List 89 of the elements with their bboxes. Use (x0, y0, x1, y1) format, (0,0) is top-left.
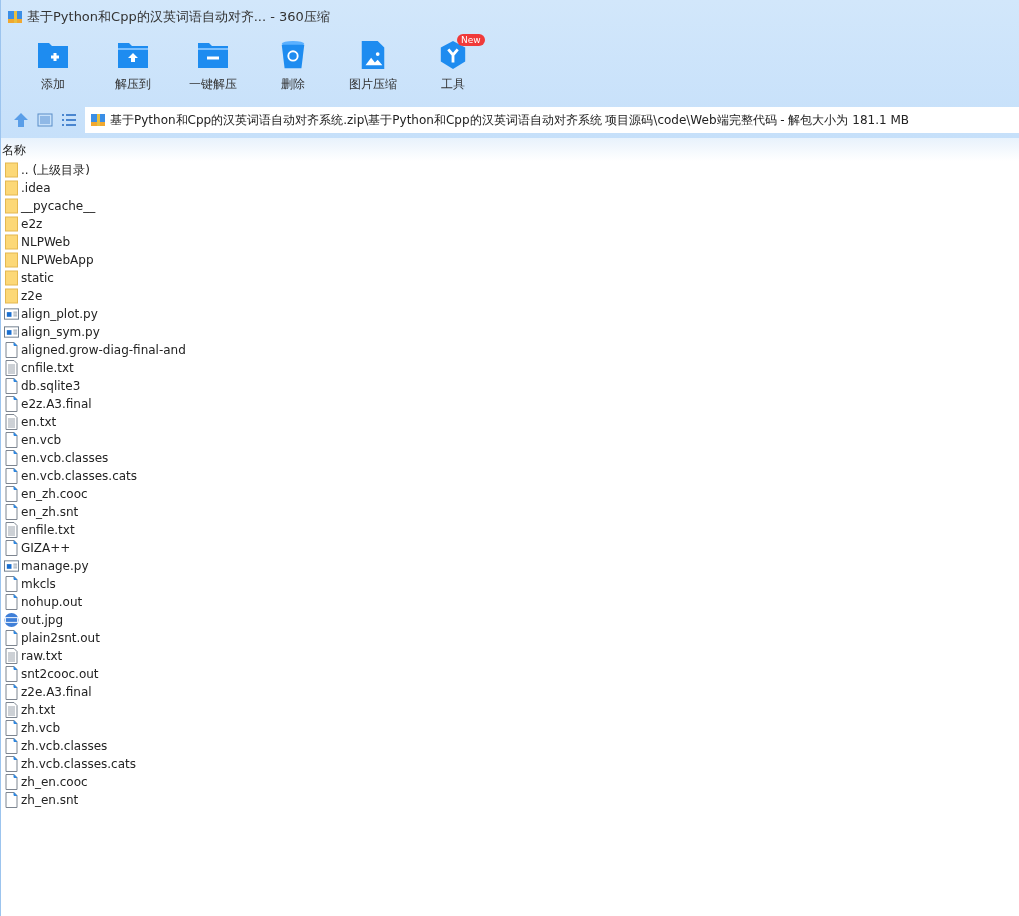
file-icon (4, 432, 19, 448)
file-icon (4, 792, 19, 808)
file-name[interactable]: align_sym.py (21, 325, 100, 339)
file-name[interactable]: e2z (21, 217, 43, 231)
window-title: 基于Python和Cpp的汉英词语自动对齐... - 360压缩 (27, 8, 330, 26)
file-icon (4, 468, 19, 484)
file-icon (4, 576, 19, 592)
list-view-icon[interactable] (61, 113, 77, 127)
file-name[interactable]: raw.txt (21, 649, 63, 663)
folder-minus-icon (197, 40, 229, 70)
file-name[interactable]: zh_en.cooc (21, 775, 88, 789)
file-name[interactable]: aligned.grow-diag-final-and (21, 343, 186, 357)
text-file-icon (4, 702, 19, 718)
file-icon (4, 504, 19, 520)
file-name[interactable]: en_zh.cooc (21, 487, 88, 501)
file-name[interactable]: z2e (21, 289, 43, 303)
file-name[interactable]: GIZA++ (21, 541, 71, 555)
up-arrow-icon[interactable] (13, 113, 29, 127)
file-icon (4, 486, 19, 502)
folder-icon (4, 252, 19, 268)
text-file-icon (4, 360, 19, 376)
file-icon (4, 540, 19, 556)
file-name[interactable]: manage.py (21, 559, 89, 573)
folder-icon (4, 198, 19, 214)
window-file-icon (4, 324, 19, 340)
file-icon (4, 342, 19, 358)
text-file-icon (4, 648, 19, 664)
address-field[interactable]: 基于Python和Cpp的汉英词语自动对齐系统.zip\基于Python和Cpp的汉英词语自动对齐系统 项目源码\code\Web端完整代码 - 解包大小为 181.1 MB (85, 107, 1019, 133)
text-file-icon (4, 522, 19, 538)
file-icon (4, 594, 19, 610)
file-icon (4, 684, 19, 700)
file-icon (4, 738, 19, 754)
toolbar-button[interactable]: 一键解压 (173, 40, 253, 93)
file-name[interactable]: z2e.A3.final (21, 685, 92, 699)
file-icon (4, 396, 19, 412)
window-file-icon (4, 558, 19, 574)
file-name[interactable]: en_zh.snt (21, 505, 79, 519)
file-name[interactable]: en.vcb.classes (21, 451, 109, 465)
file-icon (4, 756, 19, 772)
thumbnail-view-icon[interactable] (37, 113, 53, 127)
file-name[interactable]: .idea (21, 181, 51, 195)
folder-icon (4, 216, 19, 232)
folder-icon (4, 288, 19, 304)
toolbar-button[interactable]: 解压到 (93, 40, 173, 93)
file-name[interactable]: .. (上级目录) (21, 161, 90, 179)
folder-icon (4, 162, 19, 178)
file-name[interactable]: en.vcb.classes.cats (21, 469, 138, 483)
folder-icon (4, 270, 19, 286)
column-header[interactable]: 名称 (1, 138, 1019, 161)
file-name[interactable]: zh.vcb.classes.cats (21, 757, 136, 771)
folder-plus-icon (37, 40, 69, 70)
file-icon (4, 378, 19, 394)
file-name[interactable]: __pycache__ (21, 199, 96, 213)
file-name[interactable]: cnfile.txt (21, 361, 74, 375)
file-name[interactable]: e2z.A3.final (21, 397, 92, 411)
file-name[interactable]: mkcls (21, 577, 56, 591)
file-icon (4, 666, 19, 682)
toolbar-button[interactable]: 删除 (253, 40, 333, 93)
archive-icon (90, 112, 106, 128)
new-badge: New (457, 34, 485, 46)
archive-icon (7, 9, 23, 25)
file-name[interactable]: static (21, 271, 54, 285)
file-icon (4, 450, 19, 466)
folder-icon (4, 180, 19, 196)
file-name[interactable]: snt2cooc.out (21, 667, 99, 681)
file-name[interactable]: out.jpg (21, 613, 64, 627)
window-file-icon (4, 306, 19, 322)
file-name[interactable]: en.txt (21, 415, 57, 429)
folder-upload-icon (117, 40, 149, 70)
file-name[interactable]: plain2snt.out (21, 631, 100, 645)
folder-icon (4, 234, 19, 250)
file-icon (4, 774, 19, 790)
toolbar-button[interactable]: 图片压缩 (333, 40, 413, 93)
file-name[interactable]: zh.txt (21, 703, 56, 717)
file-name[interactable]: zh.vcb.classes (21, 739, 108, 753)
file-icon (4, 630, 19, 646)
file-icon (4, 720, 19, 736)
file-name[interactable]: align_plot.py (21, 307, 98, 321)
text-file-icon (4, 414, 19, 430)
file-name[interactable]: NLPWeb (21, 235, 71, 249)
toolbar-button[interactable]: 添加 (13, 40, 93, 93)
file-name[interactable]: enfile.txt (21, 523, 75, 537)
jpg-file-icon (4, 612, 19, 628)
file-name[interactable]: en.vcb (21, 433, 62, 447)
file-name[interactable]: NLPWebApp (21, 253, 94, 267)
file-name[interactable]: zh_en.snt (21, 793, 79, 807)
file-name[interactable]: zh.vcb (21, 721, 61, 735)
file-name[interactable]: db.sqlite3 (21, 379, 81, 393)
file-name[interactable]: nohup.out (21, 595, 83, 609)
